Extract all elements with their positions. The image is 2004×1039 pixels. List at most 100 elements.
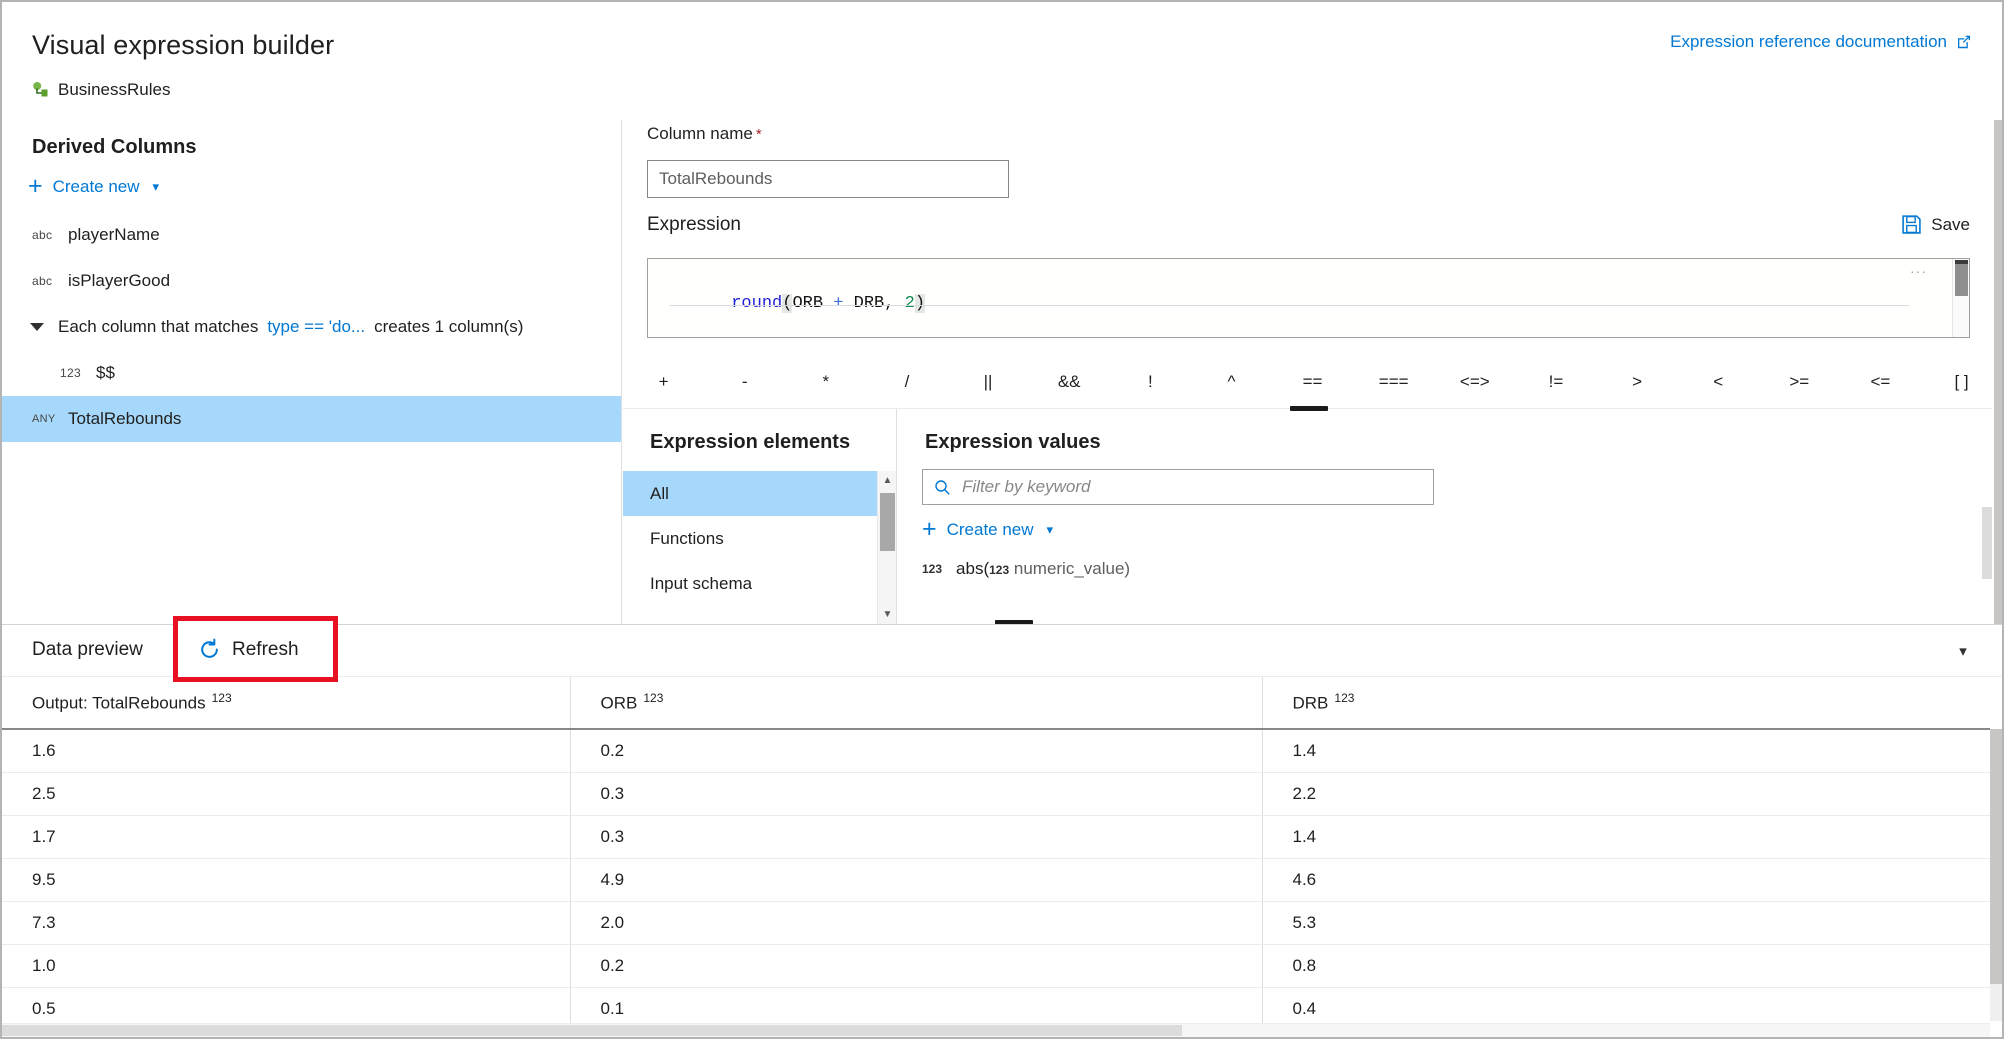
operator-button-greater[interactable]: > xyxy=(1597,367,1678,397)
column-header-label: DRB xyxy=(1293,694,1329,713)
refresh-button[interactable]: Refresh xyxy=(198,638,299,661)
table-row[interactable]: 1.0 0.2 0.8 xyxy=(2,944,1990,987)
table-row[interactable]: 9.5 4.9 4.6 xyxy=(2,858,1990,901)
table-row[interactable]: 1.6 0.2 1.4 xyxy=(2,729,1990,772)
value-return-type-badge: 123 xyxy=(922,562,942,576)
operator-button-not-equals[interactable]: != xyxy=(1515,367,1596,397)
operator-button-less[interactable]: < xyxy=(1678,367,1759,397)
column-type-badge: abc xyxy=(32,228,68,242)
column-row-TotalRebounds[interactable]: ANY TotalRebounds xyxy=(2,396,621,442)
scrollbar-thumb[interactable] xyxy=(1990,729,2002,984)
column-row-playerName[interactable]: abc playerName xyxy=(2,212,621,258)
expression-elements-scrollbar[interactable]: ▲ ▼ xyxy=(877,471,896,624)
editor-outer-scrollbar[interactable] xyxy=(1992,120,2002,624)
column-header-type: 123 xyxy=(212,691,232,705)
expression-elements-list: All Functions Input schema xyxy=(623,471,877,624)
operator-button-brackets[interactable]: [ ] xyxy=(1921,367,2002,397)
rule-prefix-label: Each column that matches xyxy=(58,317,258,337)
save-icon xyxy=(1901,214,1922,235)
table-cell-drb: 0.8 xyxy=(1262,944,1990,987)
table-row[interactable]: 1.7 0.3 1.4 xyxy=(2,815,1990,858)
derived-column-flow-icon xyxy=(32,81,50,99)
save-button[interactable]: Save xyxy=(1901,214,1970,235)
column-name-label-text: Column name xyxy=(647,124,753,143)
operator-button-greater-equal[interactable]: >= xyxy=(1759,367,1840,397)
table-row[interactable]: 2.5 0.3 2.2 xyxy=(2,772,1990,815)
save-label: Save xyxy=(1931,215,1970,235)
column-header-type: 123 xyxy=(1334,691,1354,705)
column-header-drb[interactable]: DRB 123 xyxy=(1262,677,1990,729)
scrollbar-thumb[interactable] xyxy=(880,493,895,551)
operator-button-null-safe-equals[interactable]: <=> xyxy=(1434,367,1515,397)
expression-reference-documentation-link[interactable]: Expression reference documentation xyxy=(1670,32,1972,52)
operator-button-plus[interactable]: + xyxy=(623,367,704,397)
operator-button-or[interactable]: || xyxy=(948,367,1029,397)
column-name-label: $$ xyxy=(96,363,115,383)
expression-elements-title: Expression elements xyxy=(650,431,850,454)
column-row-isPlayerGood[interactable]: abc isPlayerGood xyxy=(2,258,621,304)
operator-button-equals[interactable]: == xyxy=(1272,367,1353,397)
expression-code-editor[interactable]: round(ORB + DRB, 2) ··· xyxy=(647,258,1970,338)
data-preview-horizontal-scrollbar[interactable] xyxy=(2,1023,1990,1037)
column-header-output-totalrebounds[interactable]: Output: TotalRebounds 123 xyxy=(2,677,570,729)
element-item-functions[interactable]: Functions xyxy=(623,516,877,561)
collapse-preview-chevron-down-icon[interactable]: ▾ xyxy=(1950,638,1976,664)
doc-link-label: Expression reference documentation xyxy=(1670,32,1947,52)
operator-button-minus[interactable]: - xyxy=(704,367,785,397)
expression-editor-vertical-scrollbar[interactable] xyxy=(1952,259,1969,337)
expression-value-item-abs[interactable]: 123 abs(123 numeric_value) xyxy=(922,559,1130,579)
create-new-column-button[interactable]: + Create new ▾ xyxy=(28,174,159,199)
scrollbar-thumb[interactable] xyxy=(1994,120,2002,624)
operator-button-and[interactable]: && xyxy=(1029,367,1110,397)
table-cell-output: 1.6 xyxy=(2,729,570,772)
operator-button-less-equal[interactable]: <= xyxy=(1840,367,1921,397)
derived-columns-list: abc playerName abc isPlayerGood Each col… xyxy=(2,212,621,624)
element-item-all[interactable]: All xyxy=(623,471,877,516)
rule-suffix-label: creates 1 column(s) xyxy=(374,317,523,337)
expression-values-panel: Expression values + Create new ▾ 123 abs… xyxy=(898,409,2002,624)
column-header-label: Output: TotalRebounds xyxy=(32,694,206,713)
required-asterisk: * xyxy=(756,126,762,143)
column-name-input[interactable] xyxy=(647,160,1009,198)
visual-expression-builder-window: Visual expression builder BusinessRules … xyxy=(0,0,2004,1039)
scroll-up-icon[interactable]: ▲ xyxy=(878,471,897,490)
data-preview-section: Data preview Refresh ▾ Output: Tot xyxy=(2,624,2002,1037)
scrollbar-thumb[interactable] xyxy=(2,1025,1182,1036)
plus-icon: + xyxy=(28,174,43,199)
table-body: 1.6 0.2 1.4 2.5 0.3 2.2 1.7 0.3 1.4 xyxy=(2,729,1990,1030)
scrollbar-thumb[interactable] xyxy=(1955,260,1968,296)
operator-button-not[interactable]: ! xyxy=(1110,367,1191,397)
column-header-label: ORB xyxy=(601,694,638,713)
operator-button-divide[interactable]: / xyxy=(866,367,947,397)
triangle-down-icon[interactable] xyxy=(30,323,44,331)
table-cell-output: 7.3 xyxy=(2,901,570,944)
column-row-pattern-child[interactable]: 123 $$ xyxy=(2,350,621,396)
expression-elements-panel: Expression elements All Functions Input … xyxy=(623,409,897,624)
rule-condition-link[interactable]: type == 'do... xyxy=(267,317,365,337)
expr-token-close-paren: ) xyxy=(915,294,925,313)
expr-token-identifier-drb: DRB, xyxy=(843,294,904,313)
expression-code-line: round(ORB + DRB, 2) xyxy=(670,275,925,332)
external-link-icon xyxy=(1956,34,1972,50)
search-icon xyxy=(934,479,951,496)
table-row[interactable]: 7.3 2.0 5.3 xyxy=(2,901,1990,944)
expr-token-function: round xyxy=(731,294,782,313)
create-new-value-button[interactable]: + Create new ▾ xyxy=(922,517,1053,542)
element-item-input-schema[interactable]: Input schema xyxy=(623,561,877,606)
column-header-orb[interactable]: ORB123 xyxy=(570,677,1262,729)
table-cell-drb: 5.3 xyxy=(1262,901,1990,944)
expr-token-identifier-orb: ORB xyxy=(792,294,833,313)
filter-by-keyword-input[interactable] xyxy=(960,476,1422,498)
value-signature: abs(123 numeric_value) xyxy=(956,559,1130,579)
table-cell-drb: 1.4 xyxy=(1262,729,1990,772)
scroll-down-icon[interactable]: ▼ xyxy=(878,605,897,624)
data-preview-vertical-scrollbar[interactable] xyxy=(1990,729,2002,1021)
chevron-down-icon: ▾ xyxy=(1047,522,1054,538)
table-cell-orb: 0.3 xyxy=(570,815,1262,858)
filter-by-keyword-box[interactable] xyxy=(922,469,1434,505)
column-pattern-rule-row[interactable]: Each column that matches type == 'do... … xyxy=(2,304,621,350)
breadcrumb[interactable]: BusinessRules xyxy=(32,80,170,100)
operator-button-caret[interactable]: ^ xyxy=(1191,367,1272,397)
operator-button-strict-equals[interactable]: === xyxy=(1353,367,1434,397)
operator-button-multiply[interactable]: * xyxy=(785,367,866,397)
